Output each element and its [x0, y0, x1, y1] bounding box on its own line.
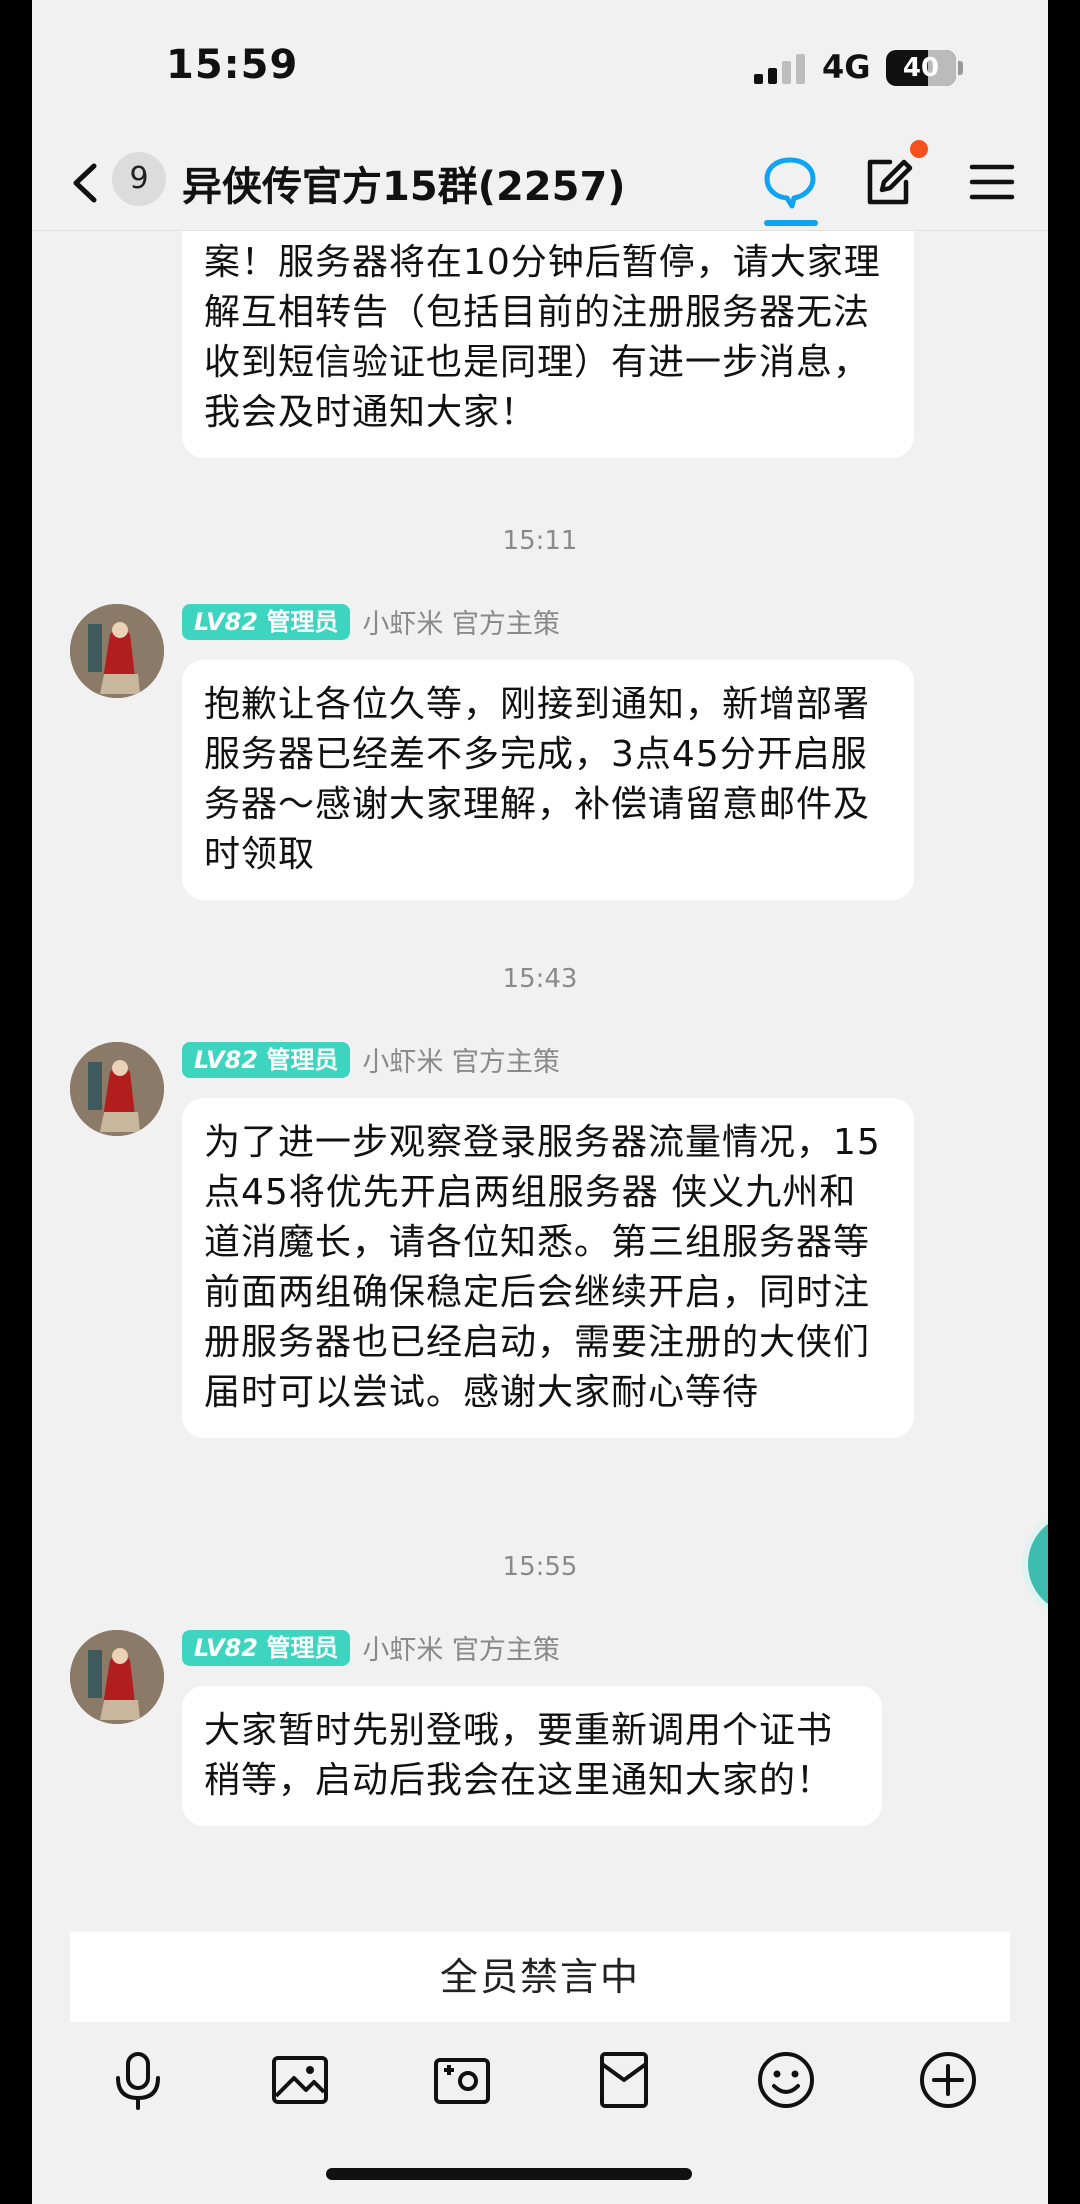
message-bubble[interactable]: 大家暂时先别登哦，要重新调用个证书稍等，启动后我会在这里通知大家的！	[182, 1686, 882, 1826]
sender-meta: LV82 管理员 小虾米 官方主策	[182, 1628, 560, 1668]
sender-name: 小虾米 官方主策	[362, 1635, 560, 1666]
status-time: 15:59	[166, 42, 299, 88]
avatar[interactable]	[70, 1630, 164, 1724]
message-text: 为了进一步观察登录服务器流量情况，15点45将优先开启两组服务器 侠义九州和道消…	[204, 1122, 881, 1413]
avatar-image	[70, 1042, 164, 1136]
cut-off-line	[204, 230, 892, 238]
plus-icon[interactable]	[916, 2048, 980, 2112]
status-bar: 15:59 4G 40	[32, 0, 1048, 140]
avatar-image	[70, 1630, 164, 1724]
sender-name: 小虾米 官方主策	[362, 609, 560, 640]
battery-level: 40	[902, 53, 940, 83]
level-role-badge: LV82 管理员	[182, 1629, 351, 1666]
phone-screen: 15:59 4G 40 9 异侠传官方15群(2257) 案！服务器将在10分钟…	[32, 0, 1048, 2204]
sender-name: 小虾米 官方主策	[362, 1047, 560, 1078]
message-text: 抱歉让各位久等，刚接到通知，新增部署服务器已经差不多完成，3点45分开启服务器～…	[204, 684, 871, 875]
message-list[interactable]: 案！服务器将在10分钟后暂停，请大家理解互相转告（包括目前的注册服务器无法收到短…	[32, 230, 1048, 1914]
muted-input-bar: 全员禁言中	[70, 1932, 1010, 2022]
notification-dot	[910, 140, 928, 158]
avatar-image	[70, 604, 164, 698]
chat-bubble-icon[interactable]	[762, 154, 818, 210]
signal-icon	[754, 52, 810, 84]
emoji-icon[interactable]	[754, 2048, 818, 2112]
network-type: 4G	[822, 48, 871, 86]
message-text: 案！服务器将在10分钟后暂停，请大家理解互相转告（包括目前的注册服务器无法收到短…	[204, 242, 881, 433]
message-text: 大家暂时先别登哦，要重新调用个证书稍等，启动后我会在这里通知大家的！	[204, 1710, 834, 1801]
avatar[interactable]	[70, 1042, 164, 1136]
camera-icon[interactable]	[430, 2048, 494, 2112]
unread-count-badge[interactable]: 9	[112, 152, 166, 206]
active-tab-indicator	[764, 220, 818, 226]
image-icon[interactable]	[268, 2048, 332, 2112]
sender-meta: LV82 管理员 小虾米 官方主策	[182, 1040, 560, 1080]
message-timestamp: 15:55	[502, 1552, 578, 1582]
battery-tip	[958, 61, 963, 75]
sender-meta: LV82 管理员 小虾米 官方主策	[182, 602, 560, 642]
edit-icon[interactable]	[860, 154, 916, 210]
back-chevron-icon[interactable]	[62, 158, 112, 208]
message-timestamp: 15:11	[502, 526, 578, 556]
group-title: 异侠传官方15群(2257)	[182, 164, 626, 210]
microphone-icon[interactable]	[106, 2048, 170, 2112]
battery-icon: 40	[886, 50, 956, 86]
menu-icon[interactable]	[964, 154, 1020, 210]
red-packet-icon[interactable]	[592, 2048, 656, 2112]
level-role-badge: LV82 管理员	[182, 1041, 351, 1078]
message-timestamp: 15:43	[502, 964, 578, 994]
message-bubble[interactable]: 为了进一步观察登录服务器流量情况，15点45将优先开启两组服务器 侠义九州和道消…	[182, 1098, 914, 1438]
home-indicator[interactable]	[326, 2168, 692, 2180]
message-bubble[interactable]: 抱歉让各位久等，刚接到通知，新增部署服务器已经差不多完成，3点45分开启服务器～…	[182, 660, 914, 900]
message-bubble[interactable]: 案！服务器将在10分钟后暂停，请大家理解互相转告（包括目前的注册服务器无法收到短…	[182, 230, 914, 458]
chat-header: 9 异侠传官方15群(2257)	[32, 140, 1048, 231]
avatar[interactable]	[70, 604, 164, 698]
level-role-badge: LV82 管理员	[182, 603, 351, 640]
